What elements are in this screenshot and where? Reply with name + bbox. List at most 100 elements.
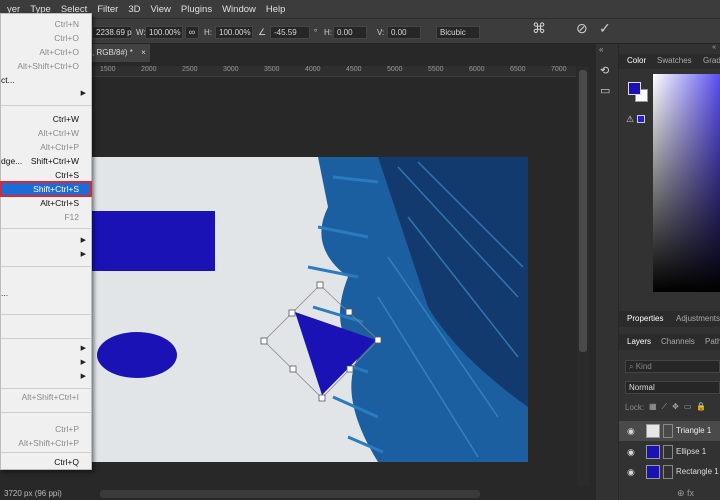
commit-transform-icon[interactable]: ✓ (599, 21, 611, 35)
tab-swatches[interactable]: Swatches (657, 54, 692, 68)
menu-item[interactable]: Ctrl+S (1, 168, 91, 182)
menu-item[interactable]: Alt+Ctrl+P (1, 140, 91, 154)
layer-filter-field[interactable]: ⌕ Kind (625, 360, 720, 373)
menu-shortcut: Alt+Ctrl+S (40, 198, 79, 208)
angle-icon: ∠ (258, 27, 267, 37)
menu-item[interactable]: Ctrl+P (1, 422, 91, 436)
menu-item-save-as[interactable]: Shift+Ctrl+S (0, 181, 92, 197)
angle-field[interactable]: -45.59 (270, 26, 310, 39)
web-safe-swatch[interactable] (637, 115, 645, 123)
menu-item[interactable]: F12 (1, 210, 91, 224)
menu-item-exit[interactable]: Ctrl+Q (1, 455, 91, 469)
transform-handle (346, 365, 354, 373)
width-field[interactable]: 100.00% (145, 26, 183, 39)
menu-help[interactable]: Help (261, 4, 291, 15)
menu-item[interactable]: ▶ (1, 87, 91, 101)
horizontal-scrollbar[interactable] (100, 490, 480, 498)
layer-filter-placeholder: Kind (635, 362, 652, 371)
document-size-status: 3720 px (96 ppi) (4, 489, 62, 498)
hskew-label: H: (324, 28, 332, 37)
layer-row[interactable]: ◉ Rectangle 1 (619, 462, 720, 482)
menu-shortcut: Shift+Ctrl+W (30, 156, 79, 166)
blend-mode-value: Normal (629, 383, 655, 392)
tab-color[interactable]: Color (627, 54, 646, 68)
lock-icons[interactable]: ▦⟋✥▭🔒 (649, 402, 711, 412)
menu-3d[interactable]: 3D (123, 4, 145, 15)
right-panels: « Color Swatches Grad ⚠ Properties Adjus… (619, 44, 720, 500)
collapse-panels-icon[interactable]: « (619, 44, 720, 52)
menu-item[interactable]: Alt+Shift+Ctrl+P (1, 436, 91, 450)
menu-label: ct... (1, 75, 15, 85)
menu-shortcut: Ctrl+P (55, 424, 79, 434)
menu-shortcut: Alt+Ctrl+W (37, 128, 79, 138)
comments-icon[interactable]: ▭ (600, 84, 610, 97)
vertical-scroll-thumb[interactable] (579, 70, 587, 352)
transform-handle (288, 309, 296, 317)
menu-separator (1, 314, 91, 315)
ellipse-shape[interactable] (97, 332, 177, 378)
properties-tabbar: Properties Adjustments (619, 311, 720, 327)
layer-mask-thumbnail (663, 465, 673, 479)
layer-row[interactable]: ◉ Ellipse 1 (619, 442, 720, 462)
menu-item[interactable]: ct... (1, 73, 91, 87)
blend-mode-select[interactable]: Normal (625, 381, 720, 394)
cancel-transform-icon[interactable]: ⊘ (576, 21, 588, 35)
options-bar: 2238.69 p W: 100.00% ∞ H: 100.00% ∠ -45.… (0, 18, 720, 44)
menu-item[interactable]: ▶ (1, 342, 91, 356)
menu-item[interactable]: ▶ (1, 356, 91, 370)
ruler-tick: 2000 (141, 66, 157, 73)
menu-item[interactable]: Alt+Ctrl+S (1, 196, 91, 210)
menu-item[interactable]: ▶ (1, 370, 91, 384)
link-icon[interactable]: ∞ (185, 26, 199, 39)
menubar: yer Type Select Filter 3D View Plugins W… (0, 0, 720, 18)
eye-icon[interactable]: ◉ (627, 421, 635, 441)
menu-item[interactable]: Alt+Shift+Ctrl+O (1, 59, 91, 73)
rectangle-shape[interactable] (91, 211, 215, 271)
menu-shortcut: Alt+Shift+Ctrl+P (18, 438, 79, 448)
menu-shortcut: Ctrl+W (52, 114, 79, 124)
history-icon[interactable]: ⟲ (600, 64, 609, 77)
menu-item[interactable]: Ctrl+W (1, 112, 91, 126)
tab-channels[interactable]: Channels (661, 335, 695, 349)
menu-window[interactable]: Window (217, 4, 261, 15)
document-tab[interactable]: , RGB/8#) * × (88, 44, 150, 62)
menu-item[interactable]: Alt+Ctrl+O (1, 45, 91, 59)
hskew-field[interactable]: 0.00 (333, 26, 367, 39)
menu-item[interactable]: Alt+Shift+Ctrl+I (1, 390, 91, 404)
menu-item[interactable]: ▶ (1, 248, 91, 262)
menu-item[interactable]: dge... Shift+Ctrl+W (1, 154, 91, 168)
close-tab-icon[interactable]: × (141, 48, 146, 57)
lock-label: Lock: (625, 403, 645, 412)
gamut-warning-icon[interactable]: ⚠ (626, 114, 634, 125)
tab-layers[interactable]: Layers (627, 335, 651, 349)
layer-footer-icons[interactable]: ⊕ fx (677, 488, 694, 499)
menu-item[interactable]: Ctrl+O (1, 31, 91, 45)
tab-adjustments[interactable]: Adjustments (676, 312, 720, 326)
menu-item[interactable]: ▶ (1, 234, 91, 248)
layer-row[interactable]: ◉ Triangle 1 (619, 421, 720, 441)
menu-item[interactable]: ... (1, 286, 91, 300)
tab-paths[interactable]: Path (705, 335, 720, 349)
menu-filter[interactable]: Filter (92, 4, 123, 15)
menu-plugins[interactable]: Plugins (176, 4, 217, 15)
interpolation-select[interactable]: Bicubic (436, 26, 480, 39)
vskew-field[interactable]: 0.00 (387, 26, 421, 39)
collapse-icon[interactable]: « (599, 45, 603, 54)
menu-view[interactable]: View (146, 4, 176, 15)
x-position-field[interactable]: 2238.69 p (92, 26, 132, 39)
warp-icon[interactable]: ⌘ (532, 21, 546, 35)
tab-properties[interactable]: Properties (627, 312, 663, 326)
canvas[interactable] (78, 157, 528, 462)
height-label: H: (204, 28, 212, 37)
eye-icon[interactable]: ◉ (627, 442, 635, 462)
color-picker-field[interactable] (653, 74, 720, 292)
eye-icon[interactable]: ◉ (627, 462, 635, 482)
menu-shortcut: Alt+Ctrl+P (40, 142, 79, 152)
menu-item[interactable]: Ctrl+N (1, 17, 91, 31)
height-field[interactable]: 100.00% (215, 26, 253, 39)
transform-handle (289, 365, 297, 373)
transform-handle (260, 337, 268, 345)
menu-shortcut: Alt+Shift+Ctrl+O (17, 61, 79, 71)
tab-gradients[interactable]: Grad (703, 54, 720, 68)
menu-item[interactable]: Alt+Ctrl+W (1, 126, 91, 140)
